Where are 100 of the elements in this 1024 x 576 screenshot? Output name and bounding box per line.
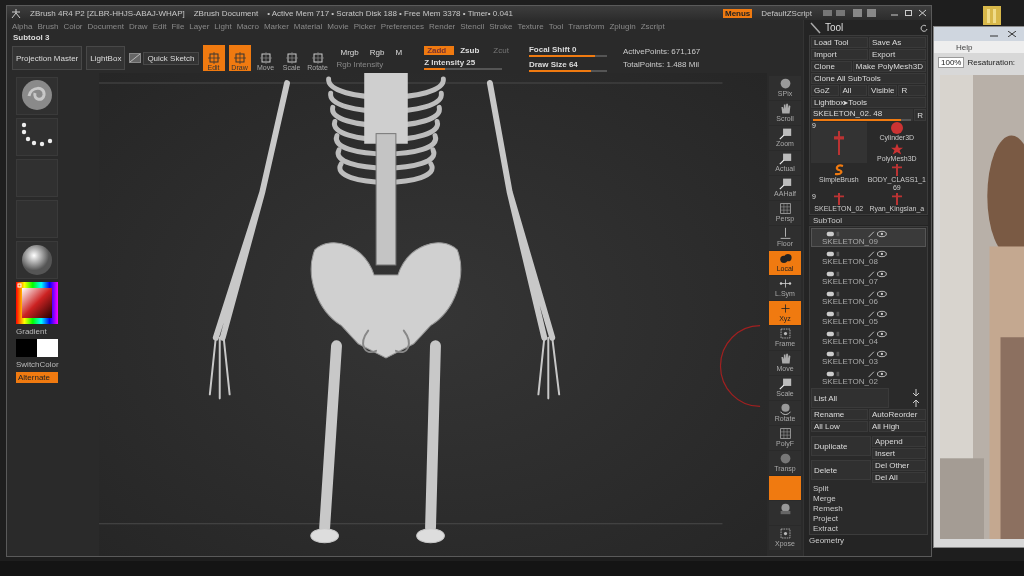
menu-item[interactable]: Transform — [568, 21, 605, 31]
subtool-button[interactable]: AutoReorder — [869, 409, 926, 420]
shelf-button[interactable]: Projection Master — [12, 46, 83, 70]
z-mode-toggle[interactable]: Zadd — [424, 46, 455, 55]
color-mode-toggle[interactable]: Mrgb — [336, 47, 363, 57]
subtool-row[interactable]: SKELETON_09 — [811, 228, 926, 247]
secondary-color-swatch[interactable] — [37, 339, 58, 357]
subtool-action[interactable]: Extract — [811, 524, 926, 533]
reset-button[interactable]: R — [914, 109, 926, 121]
menu-item[interactable]: Draw — [128, 21, 148, 31]
main-color-swatch[interactable] — [16, 339, 37, 357]
menu-item[interactable]: Render — [429, 21, 456, 31]
subtool-row[interactable]: SKELETON_07 — [811, 268, 926, 287]
crosshair-icon — [233, 52, 246, 64]
duplicate-button[interactable]: Duplicate — [811, 436, 871, 456]
gradient-label: Gradient — [16, 327, 48, 336]
shelf-button[interactable]: LightBox — [86, 46, 126, 70]
tool-button[interactable]: Load Tool — [811, 37, 868, 48]
append-button[interactable]: Append — [872, 436, 926, 447]
delete-button[interactable]: Delete — [811, 460, 871, 480]
subtool-action[interactable]: Remesh — [811, 504, 926, 513]
draw-size-slider[interactable]: Draw Size 64 — [528, 59, 607, 72]
subtool-action[interactable]: Split — [811, 484, 926, 493]
focal-shift-slider[interactable]: Focal Shift 0 — [528, 44, 607, 57]
tool-button[interactable]: Export — [869, 49, 926, 60]
color-picker[interactable] — [16, 282, 58, 324]
grid-icon — [778, 202, 792, 215]
switch-color-label[interactable]: SwitchColor — [16, 360, 99, 369]
del-all-button[interactable]: Del All — [872, 472, 926, 483]
close-icon[interactable] — [1008, 31, 1016, 37]
tool-button[interactable]: Clone All SubTools — [811, 73, 926, 84]
color-mode-toggle[interactable]: Rgb — [365, 47, 389, 57]
del-other-button[interactable]: Del Other — [872, 460, 926, 471]
material-thumbnail[interactable] — [16, 241, 58, 279]
subtool-action[interactable]: Project — [811, 514, 926, 523]
list-all-button[interactable]: List All — [811, 388, 889, 408]
tool-button[interactable]: Lightbox▸Tools — [811, 97, 926, 108]
insert-button[interactable]: Insert — [872, 448, 926, 459]
menu-item[interactable]: Document — [87, 21, 124, 31]
menu-item[interactable]: Edit — [152, 21, 167, 31]
solo-icon — [778, 502, 792, 515]
subtool-row[interactable]: SKELETON_02 — [811, 368, 926, 387]
color-mode-toggle[interactable]: M — [391, 47, 407, 57]
alternate-button[interactable]: Alternate — [16, 372, 58, 383]
menu-item[interactable]: Texture — [517, 21, 544, 31]
menu-item[interactable]: Zscript — [640, 21, 665, 31]
menu-item[interactable]: Brush — [37, 21, 59, 31]
menu-item[interactable]: Light — [214, 21, 232, 31]
sketch-icon — [129, 53, 142, 63]
brush-thumbnail[interactable] — [16, 77, 58, 115]
menus-button[interactable]: Menus — [722, 8, 753, 18]
menu-item[interactable]: Preferences — [380, 21, 424, 31]
subtool-row[interactable]: SKELETON_04 — [811, 328, 926, 347]
subtool-row[interactable]: SKELETON_05 — [811, 308, 926, 327]
subtool-row[interactable]: SKELETON_08 — [811, 248, 926, 267]
z-intensity-slider[interactable]: Z Intensity 25 — [424, 58, 503, 70]
tool-button[interactable]: GoZ — [811, 85, 839, 96]
menu-item[interactable]: Stencil — [460, 21, 485, 31]
menu-item[interactable]: Stroke — [489, 21, 513, 31]
stroke-thumbnail[interactable] — [16, 118, 58, 156]
menu-item[interactable]: Layer — [189, 21, 210, 31]
subtool-button[interactable]: All High — [869, 421, 926, 432]
menu-item[interactable]: Alpha — [12, 21, 33, 31]
subtool-row[interactable]: SKELETON_06 — [811, 288, 926, 307]
menu-item[interactable]: Macro — [236, 21, 259, 31]
menu-item[interactable]: Color — [63, 21, 83, 31]
subtool-button[interactable]: All Low — [811, 421, 868, 432]
view-tool-button[interactable] — [769, 501, 801, 525]
subtool-button[interactable]: Rename — [811, 409, 868, 420]
folder-icon[interactable] — [982, 4, 1002, 26]
zoom-icon — [778, 127, 792, 140]
menu-item[interactable]: Material — [293, 21, 323, 31]
subtool-header[interactable]: SubTool — [809, 216, 928, 225]
tool-button[interactable]: Import — [811, 49, 868, 60]
menu-item[interactable]: Help — [956, 42, 973, 52]
current-tool-slider[interactable]: SKELETON_02. 48 — [811, 109, 914, 121]
tool-button[interactable]: R — [898, 85, 926, 96]
maximize-icon[interactable] — [904, 9, 913, 17]
subtool-row[interactable]: SKELETON_03 — [811, 348, 926, 367]
tool-button[interactable]: Clone — [811, 61, 852, 72]
menu-item[interactable]: Picker — [353, 21, 376, 31]
tool-button[interactable]: All — [839, 85, 868, 96]
menu-item[interactable]: Movie — [327, 21, 349, 31]
circle-icon — [778, 452, 792, 465]
quick-sketch-button[interactable]: Quick Sketch — [143, 51, 199, 65]
tool-button[interactable]: Visible — [868, 85, 898, 96]
point-count: TotalPoints: 1.488 Mil — [622, 60, 700, 69]
refresh-icon[interactable] — [920, 23, 928, 32]
z-mode-toggle[interactable]: Zsub — [457, 46, 488, 55]
menu-item[interactable]: Zplugin — [609, 21, 636, 31]
geometry-header[interactable]: Geometry — [809, 536, 928, 545]
subtool-action[interactable]: Merge — [811, 494, 926, 503]
menu-item[interactable]: File — [171, 21, 185, 31]
sphere-icon — [890, 122, 903, 134]
menu-item[interactable]: Marker — [263, 21, 289, 31]
tool-button[interactable]: Save As — [869, 37, 926, 48]
point-count: ActivePoints: 671,167 — [622, 47, 701, 56]
menu-item[interactable]: Tool — [548, 21, 564, 31]
tool-button[interactable]: Make PolyMesh3D — [852, 61, 926, 72]
zoom-field[interactable]: 100% — [938, 56, 965, 68]
